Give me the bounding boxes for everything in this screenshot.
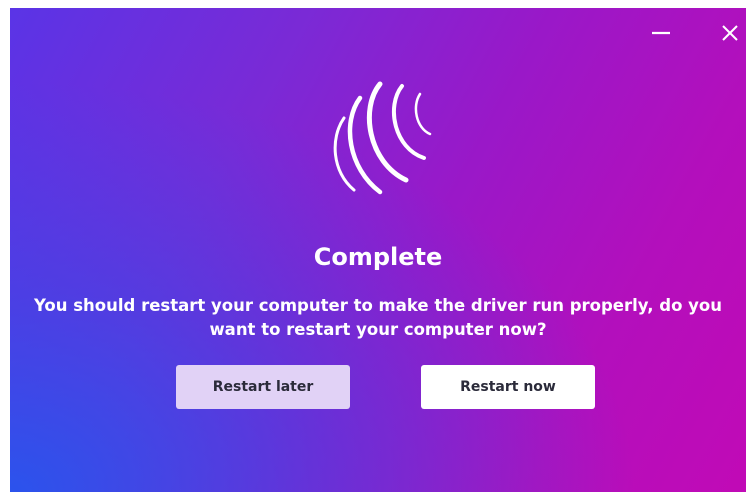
minimize-button[interactable] [648, 22, 674, 44]
minimize-icon [652, 31, 670, 35]
close-icon [722, 25, 738, 41]
message-line-1: You should restart your computer to make… [33, 296, 723, 315]
dialog-window: Complete You should restart your compute… [10, 8, 746, 492]
close-button[interactable] [717, 22, 743, 44]
message-line-2: want to restart your computer now? [209, 320, 547, 339]
swirl-sphere-logo-icon [333, 81, 432, 195]
dialog-title: Complete [313, 243, 443, 271]
restart-later-button[interactable]: Restart later [176, 365, 350, 409]
restart-now-button[interactable]: Restart now [421, 365, 595, 409]
dialog-message: You should restart your computer to make… [10, 294, 746, 342]
